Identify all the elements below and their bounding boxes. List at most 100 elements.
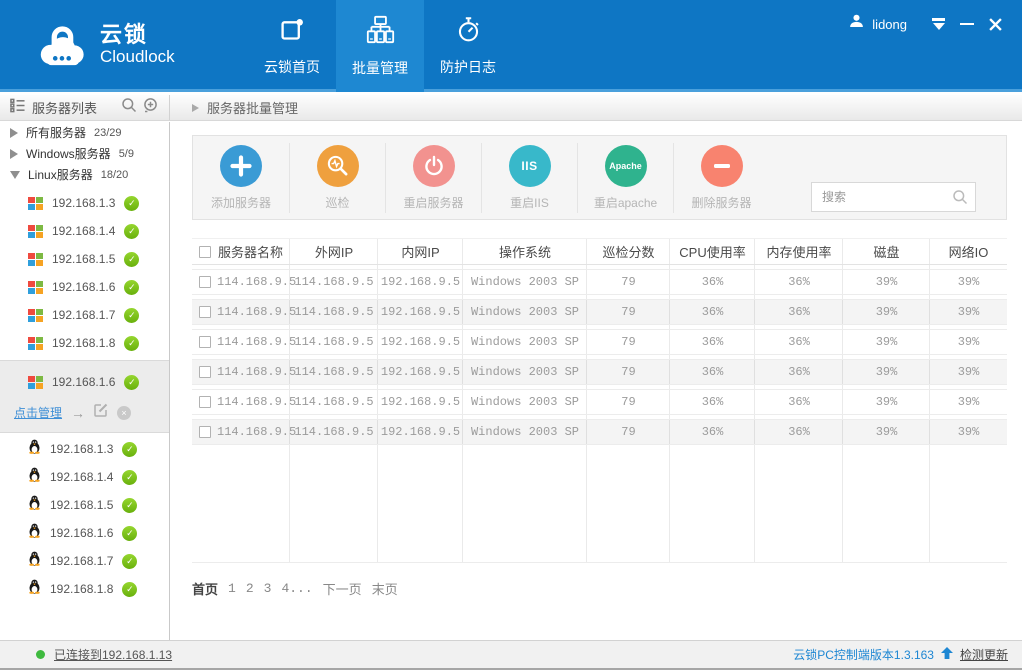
table-cell: Windows 2003 SP <box>463 305 587 319</box>
inspect-button[interactable]: 巡检 <box>289 143 385 213</box>
search-input-icon[interactable] <box>952 189 968 205</box>
table-cell: Windows 2003 SP <box>463 365 587 379</box>
window-controls: lidong <box>848 2 1022 46</box>
row-checkbox[interactable] <box>199 426 211 438</box>
nav-tab-logs[interactable]: 防护日志 <box>424 0 512 92</box>
server-item-linux[interactable]: 192.168.1.5✓ <box>0 491 169 519</box>
row-checkbox[interactable] <box>199 396 211 408</box>
column-header: 磁盘 <box>843 242 930 261</box>
page-number[interactable]: 4... <box>281 581 312 596</box>
manage-link[interactable]: 点击管理 <box>14 404 62 421</box>
restart-iis-button[interactable]: IIS重启IIS <box>481 143 577 213</box>
online-check-icon: ✓ <box>122 582 137 597</box>
table-cell: 39% <box>930 305 1007 319</box>
windows-icon <box>28 225 43 238</box>
page-number[interactable]: 1 <box>228 581 236 596</box>
minimize-button[interactable] <box>960 23 974 26</box>
table-cell: 114.168.9.5 <box>192 275 290 289</box>
tree-group-all[interactable]: 所有服务器23/29 <box>0 122 169 143</box>
tree-group-count: 23/29 <box>94 127 122 139</box>
tree-group-label: Linux服务器 <box>28 166 93 183</box>
linux-icon <box>28 495 41 515</box>
page-next[interactable]: 下一页 <box>323 579 362 598</box>
skin-menu-icon[interactable] <box>932 18 945 30</box>
table-cell: 79 <box>587 395 670 409</box>
nav-tab-batch[interactable]: 批量管理 <box>336 0 424 92</box>
remove-server-icon[interactable]: × <box>117 406 131 420</box>
table-cell: 39% <box>843 365 930 379</box>
table-row[interactable]: 114.168.9.5114.168.9.5192.168.9.5Windows… <box>192 299 1007 325</box>
server-ip: 192.168.1.6 <box>52 375 115 389</box>
server-item-windows[interactable]: 192.168.1.7✓ <box>0 301 169 329</box>
online-check-icon: ✓ <box>122 470 137 485</box>
server-ip: 192.168.1.7 <box>52 308 115 322</box>
search-icon[interactable] <box>121 97 137 118</box>
row-checkbox[interactable] <box>199 366 211 378</box>
page-last[interactable]: 末页 <box>372 579 398 598</box>
server-item-linux[interactable]: 192.168.1.4 ✓ <box>0 463 169 491</box>
server-item-windows[interactable]: 192.168.1.4✓ <box>0 217 169 245</box>
row-checkbox[interactable] <box>199 336 211 348</box>
sub-header: 服务器列表 服务器批量管理 <box>0 95 1022 121</box>
column-header: 操作系统 <box>463 242 587 261</box>
online-check-icon: ✓ <box>122 526 137 541</box>
restart-iis-icon: IIS <box>509 145 551 187</box>
restart-apache-button[interactable]: Apache重启apache <box>577 143 673 213</box>
delete-server-button[interactable]: 删除服务器 <box>673 143 769 213</box>
windows-icon <box>28 281 43 294</box>
restart-server-button[interactable]: 重启服务器 <box>385 143 481 213</box>
table-cell: 114.168.9.5 <box>192 305 290 319</box>
server-item-windows[interactable]: 192.168.1.6✓ <box>0 369 169 395</box>
row-checkbox[interactable] <box>199 276 211 288</box>
toolbar-button-label: 重启服务器 <box>403 194 463 211</box>
table-row[interactable]: 114.168.9.5114.168.9.5192.168.9.5Windows… <box>192 359 1007 385</box>
server-item-windows[interactable]: 192.168.1.8✓ <box>0 329 169 357</box>
table-row[interactable]: 114.168.9.5114.168.9.5192.168.9.5Windows… <box>192 419 1007 445</box>
table-cell: 39% <box>843 425 930 439</box>
server-item-windows[interactable]: 192.168.1.3✓ <box>0 189 169 217</box>
add-server-button[interactable]: 添加服务器 <box>193 143 289 213</box>
server-sidebar: 所有服务器23/29Windows服务器5/9Linux服务器18/20 192.… <box>0 122 170 640</box>
table-cell: 192.168.9.5 <box>378 425 463 439</box>
search-box <box>811 182 976 212</box>
server-ip: 192.168.1.4 <box>50 470 113 484</box>
table-row[interactable]: 114.168.9.5114.168.9.5192.168.9.5Windows… <box>192 269 1007 295</box>
server-item-linux[interactable]: 192.168.1.8✓ <box>0 575 169 603</box>
connection-status-icon <box>36 650 45 659</box>
page-number[interactable]: 2 <box>246 581 254 596</box>
user-menu[interactable]: lidong <box>848 13 907 35</box>
page-first[interactable]: 首页 <box>192 579 218 598</box>
page-number[interactable]: 3 <box>264 581 272 596</box>
server-item-windows[interactable]: 192.168.1.6✓ <box>0 273 169 301</box>
tree-group-linux[interactable]: Linux服务器18/20 <box>0 164 169 185</box>
select-all-checkbox[interactable] <box>199 246 211 258</box>
table-cell: 114.168.9.5 <box>290 275 378 289</box>
zoom-in-icon[interactable] <box>143 97 159 118</box>
server-item-linux[interactable]: 192.168.1.6✓ <box>0 519 169 547</box>
column-header: 巡检分数 <box>587 242 670 261</box>
delete-server-icon <box>701 145 743 187</box>
table-row[interactable]: 114.168.9.5114.168.9.5192.168.9.5Windows… <box>192 389 1007 415</box>
table-cell: 192.168.9.5 <box>378 395 463 409</box>
windows-icon <box>28 197 43 210</box>
check-update-link[interactable]: 检测更新 <box>960 646 1008 663</box>
user-name: lidong <box>872 17 907 32</box>
server-item-windows[interactable]: 192.168.1.5✓ <box>0 245 169 273</box>
server-item-linux[interactable]: 192.168.1.3✓ <box>0 435 169 463</box>
server-item-linux[interactable]: 192.168.1.7✓ <box>0 547 169 575</box>
row-checkbox[interactable] <box>199 306 211 318</box>
toolbar-button-label: 重启apache <box>594 194 657 211</box>
table-cell: 114.168.9.5 <box>290 365 378 379</box>
table-row[interactable]: 114.168.9.5114.168.9.5192.168.9.5Windows… <box>192 329 1007 355</box>
inspect-icon <box>317 145 359 187</box>
close-button[interactable] <box>989 18 1002 31</box>
connection-link[interactable]: 已连接到192.168.1.13 <box>54 646 172 663</box>
table-cell: 114.168.9.5 <box>290 305 378 319</box>
edit-server-icon[interactable] <box>94 403 108 422</box>
windows-icon <box>28 253 43 266</box>
linux-icon <box>28 439 41 459</box>
tree-group-windows[interactable]: Windows服务器5/9 <box>0 143 169 164</box>
table-cell: 79 <box>587 365 670 379</box>
nav-tab-home[interactable]: 云锁首页 <box>248 0 336 92</box>
version-label: 云锁PC控制端版本1.3.163 <box>793 646 934 663</box>
